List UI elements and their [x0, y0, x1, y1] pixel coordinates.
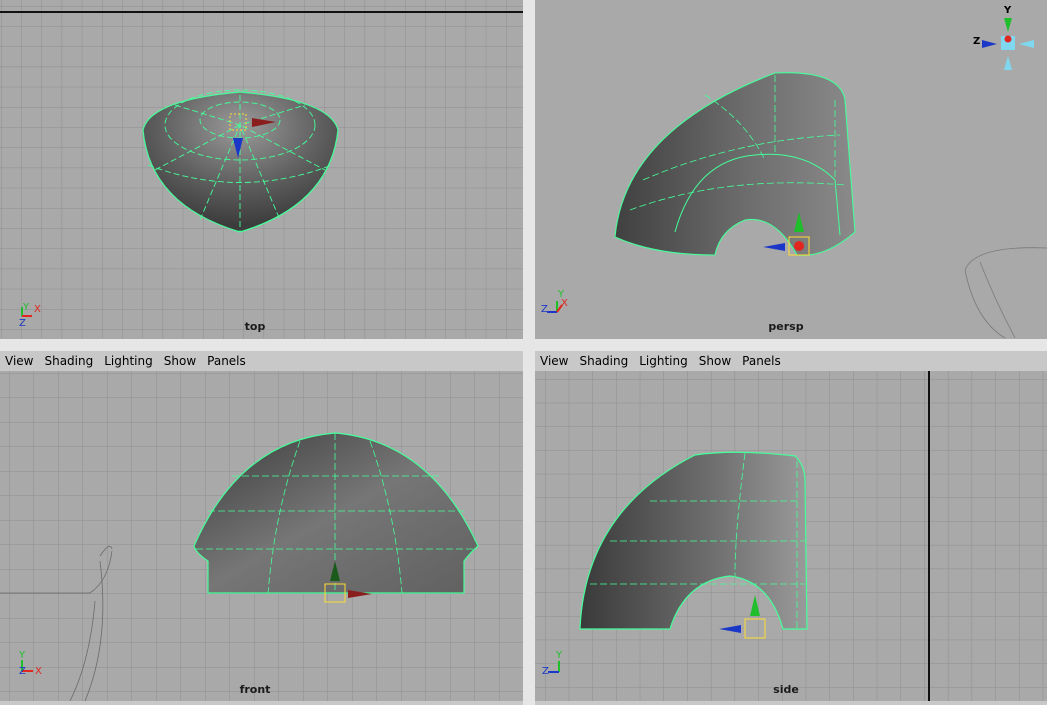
- front-scene: [0, 371, 523, 701]
- viewport-side[interactable]: Y Z side: [535, 371, 1047, 701]
- viewport-persp[interactable]: Y Z Y X Z persp: [535, 0, 1047, 339]
- side-menubar: View Shading Lighting Show Panels: [535, 351, 1047, 371]
- viewport-top[interactable]: Y X Z top: [0, 0, 523, 339]
- viewport-label-top: top: [244, 320, 266, 333]
- viewport-label-side: side: [773, 683, 799, 696]
- persp-axis-z-label: Z: [541, 304, 548, 315]
- persp-scene: [535, 0, 1047, 339]
- menu-panels[interactable]: Panels: [737, 354, 787, 368]
- viewport-front[interactable]: Y Z X front: [0, 371, 523, 701]
- persp-axis-x-label: X: [561, 298, 568, 309]
- top-scene: [0, 0, 523, 339]
- menu-view[interactable]: View: [0, 354, 39, 368]
- menu-lighting[interactable]: Lighting: [99, 354, 159, 368]
- side-axis-z-label: Z: [542, 666, 549, 677]
- front-menubar: View Shading Lighting Show Panels: [0, 351, 523, 371]
- menu-shading[interactable]: Shading: [39, 354, 99, 368]
- front-axis-z-label: Z: [19, 666, 26, 677]
- menu-panels[interactable]: Panels: [202, 354, 252, 368]
- top-axis-z-label: Z: [19, 318, 26, 329]
- front-axis-y-label: Y: [19, 650, 26, 661]
- side-scene: [535, 371, 1047, 701]
- menu-shading[interactable]: Shading: [574, 354, 634, 368]
- vertical-splitter[interactable]: [523, 0, 535, 705]
- viewport-label-front: front: [239, 683, 271, 696]
- persp-cube-z-label: Z: [973, 36, 981, 47]
- menu-view[interactable]: View: [535, 354, 574, 368]
- front-axis-x-label: X: [35, 666, 42, 677]
- viewport-label-persp: persp: [768, 320, 804, 333]
- menu-show[interactable]: Show: [694, 354, 737, 368]
- side-axis-y-label: Y: [556, 650, 563, 661]
- persp-cube-y-label: Y: [1004, 5, 1012, 16]
- horizontal-splitter[interactable]: [0, 339, 1047, 351]
- top-axis-y-label: Y: [23, 302, 30, 313]
- top-axis-x-label: X: [34, 304, 41, 315]
- menu-show[interactable]: Show: [159, 354, 202, 368]
- menu-lighting[interactable]: Lighting: [634, 354, 694, 368]
